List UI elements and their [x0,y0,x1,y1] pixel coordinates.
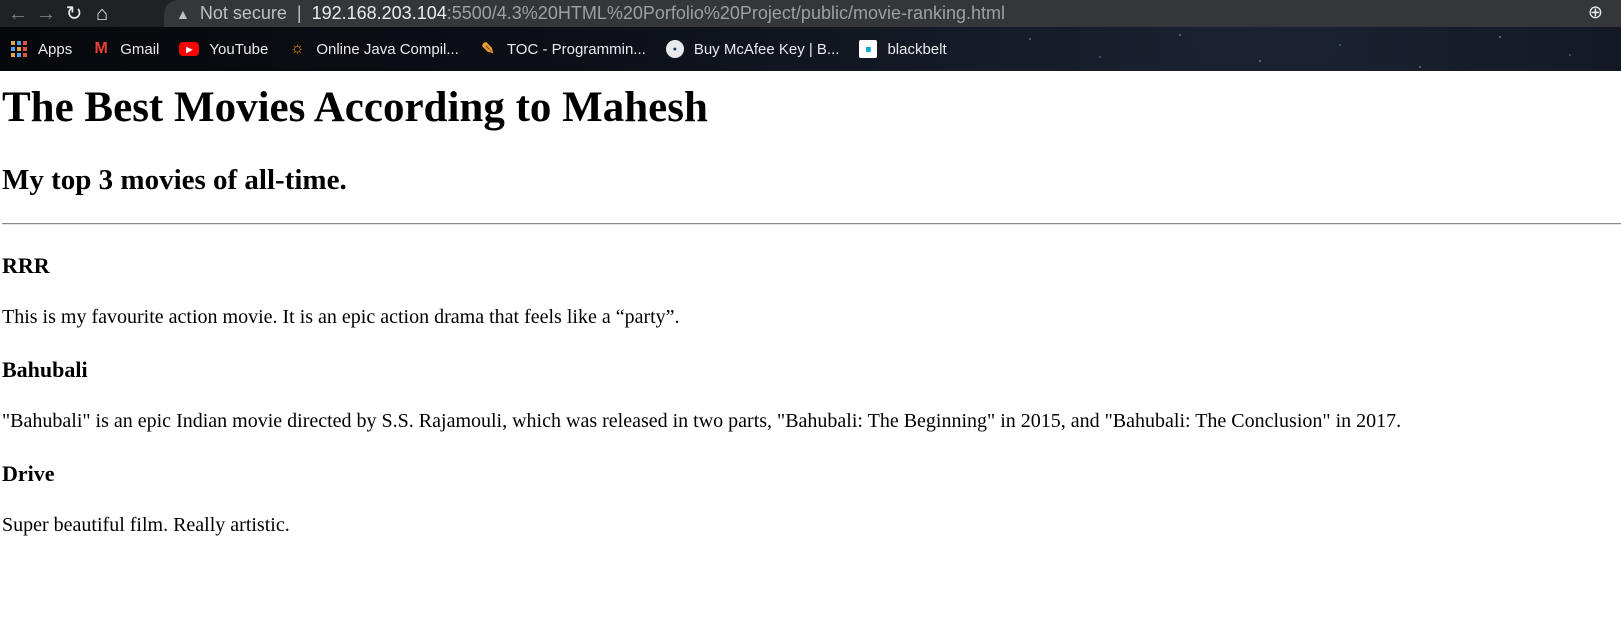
gmail-icon: M [94,40,108,57]
cisco-icon: ▦ [859,40,878,58]
bookmark-label: Online Java Compil... [316,40,459,58]
bookmark-label: Apps [38,40,73,58]
movie-entry: Drive Super beautiful film. Really artis… [2,461,1621,537]
browser-toolbar: ← → ↻ ⌂ ▲ Not secure | 192.168.203.104:5… [0,0,1621,27]
page-content: The Best Movies According to Mahesh My t… [0,83,1621,537]
warning-icon[interactable]: ▲ [176,6,190,22]
bookmark-gmail[interactable]: M Gmail [92,40,160,58]
bookmark-youtube[interactable]: ▶ YouTube [179,41,268,58]
bookmark-label: YouTube [209,40,269,58]
bookmark-blackbelt[interactable]: ▦ blackbelt [859,40,947,58]
toc-icon: ✎ [481,41,495,58]
bookmark-online-java-compiler[interactable]: ☼ Online Java Compil... [288,40,459,58]
reload-icon[interactable]: ↻ [60,0,88,27]
divider [2,223,1621,225]
security-status[interactable]: Not secure [200,3,287,24]
movie-title: Bahubali [2,357,88,382]
bookmark-label: TOC - Programmin... [506,40,646,58]
movie-description: Super beautiful film. Really artistic. [2,514,290,536]
back-arrow-icon[interactable]: ← [4,0,32,27]
bookmarks-bar: Apps M Gmail ▶ YouTube ☼ Online Java Com… [0,27,1621,71]
bookmark-apps[interactable]: Apps [10,40,72,58]
address-bar[interactable]: ▲ Not secure | 192.168.203.104:5500/4.3%… [164,0,1621,27]
bookmark-toc[interactable]: ✎ TOC - Programmin... [479,40,646,59]
mcafee-icon: ● [665,40,684,58]
movie-entry: RRR This is my favourite action movie. I… [2,253,1621,329]
zoom-icon[interactable]: ⊕ [1588,2,1603,23]
movie-entry: Bahubali "Bahubali" is an epic Indian mo… [2,357,1621,433]
movie-description: "Bahubali" is an epic Indian movie direc… [2,410,1402,432]
bookmark-label: Gmail [120,40,160,58]
bookmark-label: blackbelt [887,40,947,58]
page-title: The Best Movies According to Mahesh [2,84,708,131]
java-compiler-icon: ☼ [289,40,305,57]
page-subtitle: My top 3 movies of all-time. [2,164,347,196]
apps-grid-icon [10,40,28,58]
bookmark-label: Buy McAfee Key | B... [693,40,840,58]
url-separator: | [296,3,302,23]
movie-description: This is my favourite action movie. It is… [2,306,680,328]
url-host[interactable]: 192.168.203.104 [312,3,447,24]
bookmark-mcafee[interactable]: ● Buy McAfee Key | B... [665,40,840,58]
youtube-icon: ▶ [179,42,200,56]
home-icon[interactable]: ⌂ [88,0,116,27]
forward-arrow-icon[interactable]: → [32,0,60,27]
movie-title: RRR [2,253,50,278]
movie-title: Drive [2,461,55,486]
url-path[interactable]: :5500/4.3%20HTML%20Porfolio%20Project/pu… [447,3,1005,24]
